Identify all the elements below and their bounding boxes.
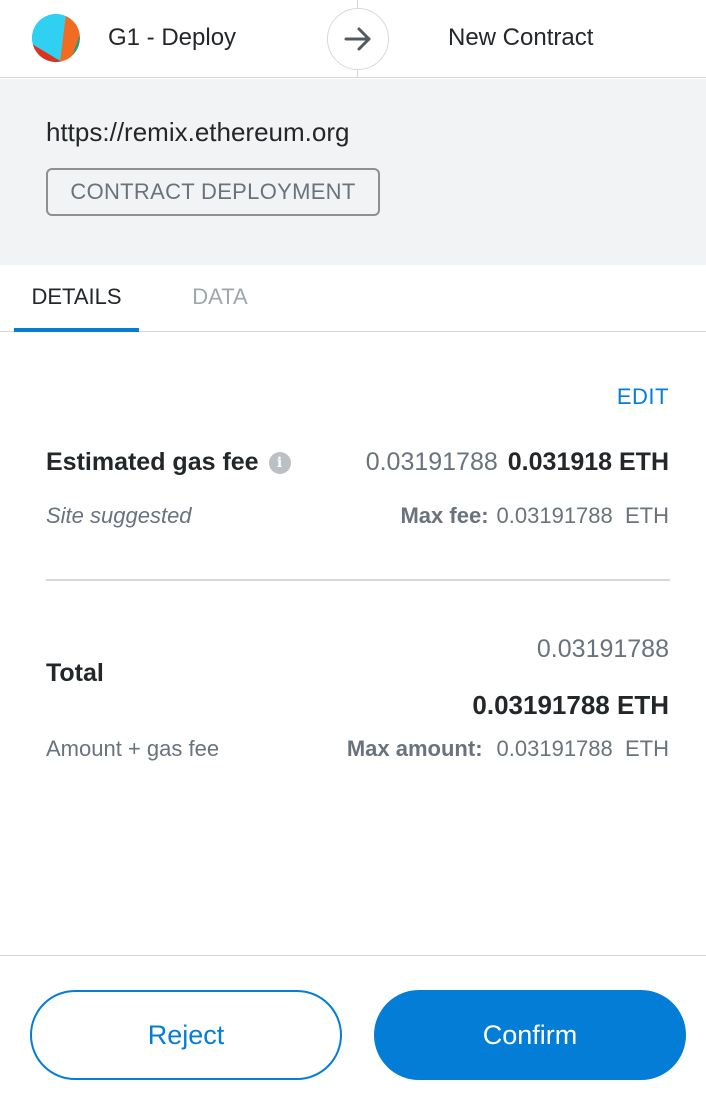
confirm-header: G1 - Deploy New Contract <box>0 0 706 78</box>
account-avatar-icon <box>32 14 80 62</box>
confirm-button[interactable]: Confirm <box>374 990 686 1080</box>
account-name: G1 - Deploy <box>108 24 237 51</box>
gas-fee-secondary: 0.03191788 <box>365 448 498 476</box>
edit-gas-link[interactable]: EDIT <box>617 384 669 410</box>
gas-fee-row-label: Estimated gas fee i <box>46 448 291 477</box>
origin-url: https://remix.ethereum.org <box>46 117 350 147</box>
max-fee: Max fee: 0.03191788 ETH <box>400 503 669 529</box>
tab-bar: DETAILS DATA <box>0 265 706 332</box>
tab-data[interactable]: DATA <box>170 284 270 332</box>
total-label: Total <box>46 659 104 687</box>
max-amount-value: 0.03191788 ETH <box>496 736 669 761</box>
max-fee-value: 0.03191788 ETH <box>496 503 669 528</box>
max-amount: Max amount: 0.03191788 ETH <box>347 736 669 762</box>
gas-fee-values: 0.03191788 0.031918 ETH <box>366 448 669 477</box>
destination-name: New Contract <box>448 24 594 51</box>
total-primary: 0.03191788 ETH <box>472 690 669 720</box>
origin-panel: https://remix.ethereum.org CONTRACT DEPL… <box>0 79 706 265</box>
gas-fee-label: Estimated gas fee <box>46 448 259 476</box>
footer-actions: Reject Confirm <box>0 955 706 1104</box>
reject-button[interactable]: Reject <box>30 990 342 1080</box>
info-icon[interactable]: i <box>268 451 291 474</box>
max-amount-label: Max amount: <box>346 736 483 761</box>
section-divider <box>46 579 670 581</box>
arrow-right-icon <box>327 8 389 70</box>
amount-gas-label: Amount + gas fee <box>46 736 220 761</box>
total-secondary: 0.03191788 <box>536 635 669 663</box>
site-suggested-label: Site suggested <box>46 503 192 528</box>
max-fee-label: Max fee: <box>400 503 489 528</box>
tab-details[interactable]: DETAILS <box>14 284 139 332</box>
gas-fee-primary: 0.031918 ETH <box>507 448 669 476</box>
transaction-type-badge: CONTRACT DEPLOYMENT <box>46 168 380 216</box>
